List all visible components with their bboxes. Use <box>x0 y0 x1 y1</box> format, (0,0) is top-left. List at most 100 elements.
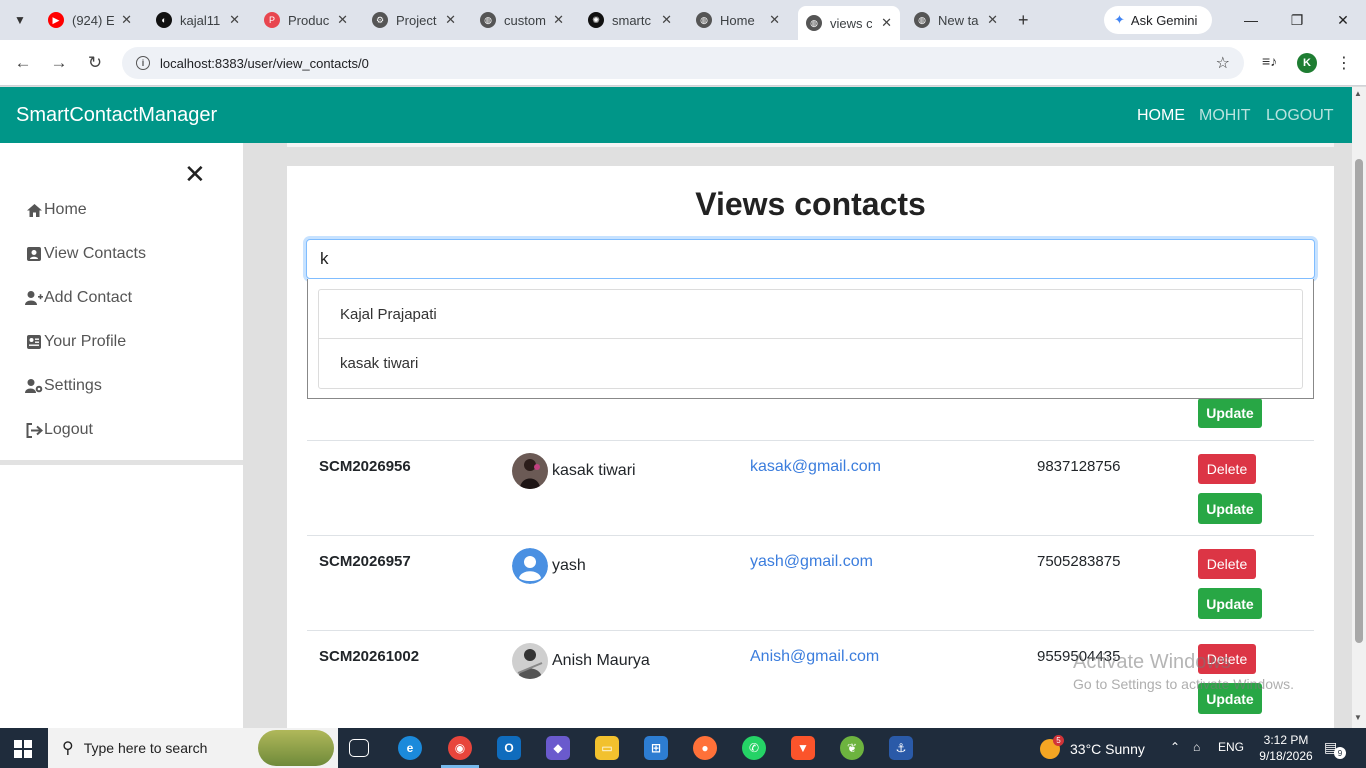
sign-out-icon <box>25 422 43 438</box>
contact-email-link[interactable]: yash@gmail.com <box>750 553 873 571</box>
close-tab-icon[interactable]: ✕ <box>547 12 564 28</box>
delete-button[interactable]: Delete <box>1198 549 1256 579</box>
update-button[interactable]: Update <box>1198 398 1262 428</box>
edge-icon[interactable]: e <box>398 736 422 760</box>
taskbar-search-placeholder: Type here to search <box>83 740 208 756</box>
weather-badge: 5 <box>1053 735 1064 746</box>
globe-icon: ◍ <box>806 15 822 31</box>
scroll-up-arrow-icon[interactable]: ▲ <box>1354 89 1362 98</box>
browser-tab-title: kajal11 <box>180 12 221 28</box>
copilot-icon[interactable]: ◆ <box>546 736 570 760</box>
close-tab-icon[interactable]: ✕ <box>439 12 456 28</box>
browser-tab[interactable]: ▶ (924) E ✕ <box>40 6 140 34</box>
close-tab-icon[interactable]: ✕ <box>981 12 998 28</box>
firefox-icon[interactable]: ● <box>693 736 717 760</box>
app-navbar: SmartContactManager HOME MOHIT LOGOUT <box>0 87 1352 143</box>
address-bar[interactable]: i localhost:8383/user/view_contacts/0 ☆ <box>122 47 1244 79</box>
search-suggestion-item[interactable]: Kajal Prajapati <box>319 290 1302 339</box>
taskbar-search-box[interactable]: ⚲ Type here to search <box>48 728 338 768</box>
scroll-down-arrow-icon[interactable]: ▼ <box>1354 713 1362 722</box>
browser-tab[interactable]: ⚙ Project ✕ <box>364 6 464 34</box>
outlook-icon[interactable]: O <box>497 736 521 760</box>
minimize-window-icon[interactable]: — <box>1236 8 1266 32</box>
close-window-icon[interactable]: ✕ <box>1328 8 1358 32</box>
chevron-up-icon[interactable]: ⌃ <box>1170 740 1180 754</box>
sidebar-item-view-contacts[interactable]: View Contacts <box>25 245 146 263</box>
nav-home-link[interactable]: HOME <box>1137 107 1185 125</box>
page-scrollbar[interactable]: ▲ ▼ <box>1352 87 1366 728</box>
browser-menu-icon[interactable]: ⋮ <box>1336 53 1352 73</box>
delete-button[interactable]: Delete <box>1198 454 1256 484</box>
search-input[interactable] <box>306 239 1315 279</box>
back-arrow-icon[interactable]: ← <box>11 51 35 75</box>
home-icon <box>25 202 43 218</box>
mysql-workbench-icon[interactable]: ⚓ <box>889 736 913 760</box>
sidebar-empty-area <box>0 465 243 728</box>
weather-widget[interactable]: 5 33°C Sunny <box>1040 735 1145 759</box>
close-tab-icon[interactable]: ✕ <box>223 12 240 28</box>
search-suggestion-item[interactable]: kasak tiwari <box>319 339 1302 388</box>
task-view-icon[interactable] <box>349 739 369 757</box>
new-tab-button[interactable]: + <box>1018 10 1029 31</box>
network-icon[interactable]: ⌂ <box>1193 740 1200 754</box>
forward-arrow-icon[interactable]: → <box>47 51 71 75</box>
sidebar-item-logout[interactable]: Logout <box>25 421 93 439</box>
clock-date: 9/18/2026 <box>1259 749 1313 763</box>
browser-tab-title: Home <box>720 12 755 28</box>
reload-icon[interactable]: ↻ <box>83 51 107 75</box>
contact-email-link[interactable]: kasak@gmail.com <box>750 458 881 476</box>
table-row: SCM2026956 kasak tiwari kasak@gmail.com … <box>307 440 1314 535</box>
nav-logout-link[interactable]: LOGOUT <box>1266 107 1334 125</box>
site-info-icon[interactable]: i <box>136 56 150 70</box>
close-tab-icon[interactable]: ✕ <box>331 12 348 28</box>
windows-start-icon[interactable] <box>14 740 32 758</box>
sidebar-item-home[interactable]: Home <box>25 201 87 219</box>
browser-tab[interactable]: ◍ views c ✕ <box>798 6 900 40</box>
browser-tab-title: Produc <box>288 12 330 28</box>
update-button[interactable]: Update <box>1198 588 1262 619</box>
contact-phone: 7505283875 <box>1037 553 1121 570</box>
browser-tabstrip: ▼ ▶ (924) E ✕ ◐ kajal11 ✕ P Produc ✕ ⚙ Project ✕ ◍ cu… <box>0 0 1366 40</box>
profile-avatar[interactable]: K <box>1297 53 1317 73</box>
gear-icon: ⚙ <box>372 12 388 28</box>
bookmark-star-icon[interactable]: ☆ <box>1216 53 1230 73</box>
app-brand[interactable]: SmartContactManager <box>16 104 217 127</box>
browser-tab[interactable]: ✺ smartc ✕ <box>580 6 680 34</box>
browser-tab[interactable]: ◍ New ta ✕ <box>906 6 1006 34</box>
nav-user-link[interactable]: MOHIT <box>1199 107 1251 125</box>
sidebar-item-add-contact[interactable]: Add Contact <box>25 289 132 307</box>
chatgpt-icon: ✺ <box>588 12 604 28</box>
close-tab-icon[interactable]: ✕ <box>115 12 132 28</box>
taskbar-clock[interactable]: 3:12 PM 9/18/2026 <box>1256 732 1316 764</box>
spring-tool-suite-icon[interactable]: ❦ <box>840 736 864 760</box>
close-tab-icon[interactable]: ✕ <box>875 15 892 31</box>
brave-icon[interactable]: ▼ <box>791 736 815 760</box>
ask-gemini-button[interactable]: ✦ Ask Gemini <box>1104 6 1212 34</box>
browser-tab[interactable]: P Produc ✕ <box>256 6 356 34</box>
sidebar-item-your-profile[interactable]: Your Profile <box>25 333 126 351</box>
search-icon: ⚲ <box>62 740 74 757</box>
restore-window-icon[interactable]: ❐ <box>1282 8 1312 32</box>
tab-search-chevron-icon[interactable]: ▼ <box>8 8 32 32</box>
browser-tab[interactable]: ◐ kajal11 ✕ <box>148 6 248 34</box>
close-sidebar-icon[interactable]: ✕ <box>184 161 206 187</box>
media-controls-icon[interactable]: ≡♪ <box>1262 53 1277 69</box>
file-explorer-icon[interactable]: ▭ <box>595 736 619 760</box>
update-button[interactable]: Update <box>1198 493 1262 524</box>
input-language[interactable]: ENG <box>1218 740 1244 754</box>
whatsapp-icon[interactable]: ✆ <box>742 736 766 760</box>
table-row: SCM2026957 yash yash@gmail.com 750528387… <box>307 535 1314 630</box>
sidebar-item-settings[interactable]: Settings <box>25 377 102 395</box>
notification-center-icon[interactable]: ▤ 9 <box>1324 739 1346 759</box>
chrome-icon[interactable]: ◉ <box>448 736 472 760</box>
browser-tab[interactable]: ◍ custom ✕ <box>472 6 572 34</box>
contact-email-link[interactable]: Anish@gmail.com <box>750 648 879 666</box>
browser-tab[interactable]: ◍ Home ✕ <box>688 6 788 34</box>
sidebar-item-label: Home <box>44 201 87 218</box>
sidebar-item-label: Add Contact <box>44 289 133 306</box>
scrollbar-thumb[interactable] <box>1355 159 1363 643</box>
microsoft-store-icon[interactable]: ⊞ <box>644 736 668 760</box>
close-tab-icon[interactable]: ✕ <box>655 12 672 28</box>
close-tab-icon[interactable]: ✕ <box>763 12 780 28</box>
globe-icon: ◍ <box>914 12 930 28</box>
